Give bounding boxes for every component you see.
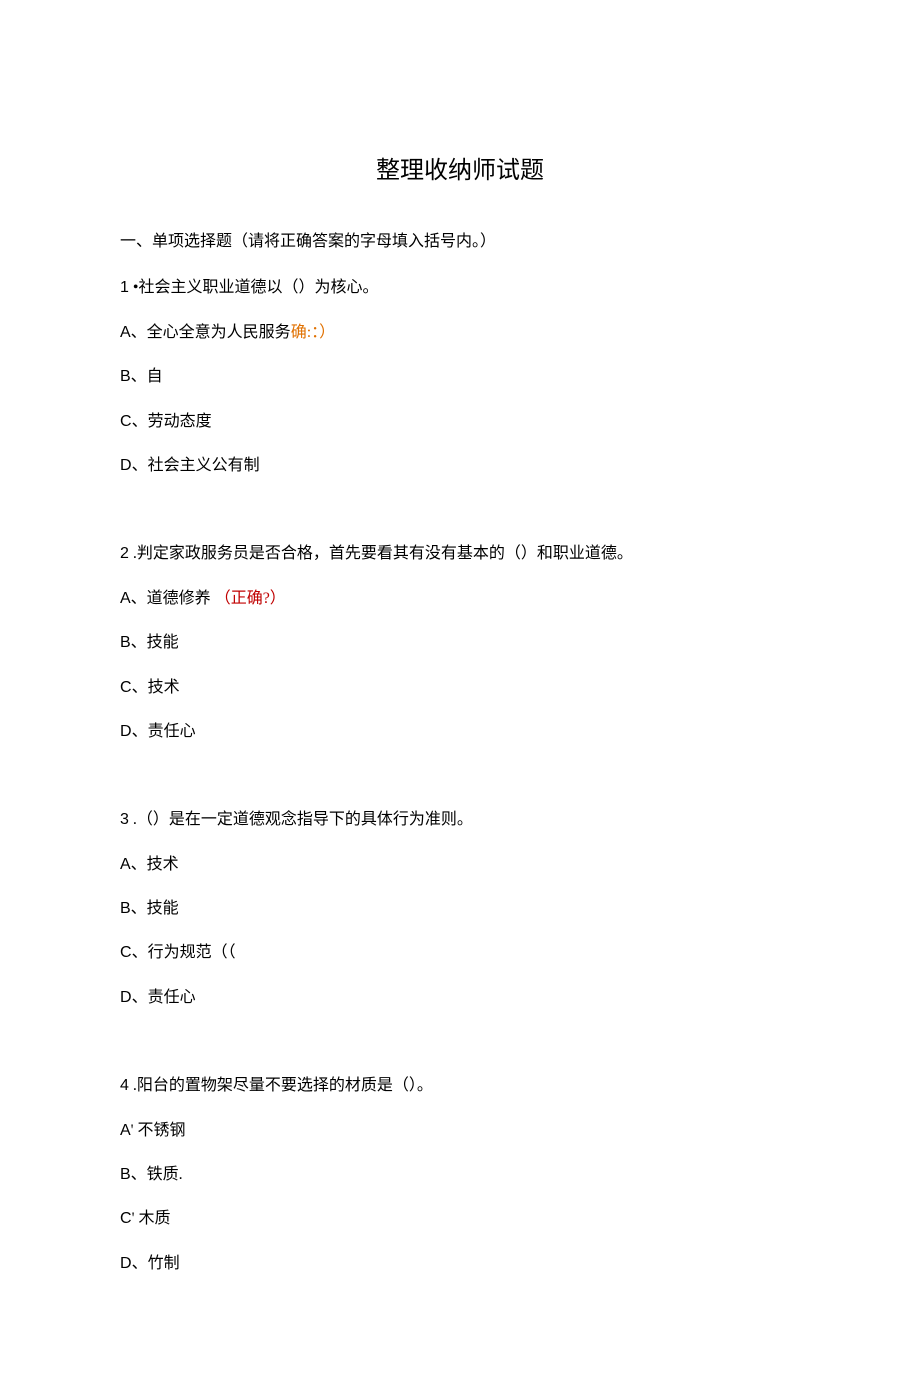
option-text: 、技能 [131,900,179,917]
option-letter: D [120,1255,132,1272]
option-text: ' 木质 [132,1210,171,1227]
question-1-option-b: B、自 [120,366,800,388]
question-2-text: 2 .判定家政服务员是否合格，首先要看其有没有基本的（）和职业道德。 [120,543,800,565]
option-text: 、自 [131,368,163,385]
question-4-number: 4 [120,1077,129,1094]
option-text: 、技术 [131,856,179,873]
answer-mark: （正确?） [215,590,286,607]
question-4-option-a: A' 不锈钢 [120,1120,800,1142]
option-text: 、技术 [132,679,180,696]
option-letter: B [120,368,131,385]
question-3-option-c: C、行为规范（（ [120,942,800,964]
option-letter: C [120,944,132,961]
option-text: 、铁质. [131,1166,183,1183]
question-4-option-c: C' 木质 [120,1208,800,1230]
option-text: 、全心全意为人民服务 [131,324,291,341]
section-instruction: 一、单项选择题（请将正确答案的字母填入括号内。） [120,231,800,253]
spacer [120,1031,800,1051]
question-1-number: 1 [120,279,129,296]
question-1-option-a: A、全心全意为人民服务确:：） [120,322,800,344]
question-3-stem: .（）是在一定道德观念指导下的具体行为准则。 [129,811,473,828]
question-1-option-c: C、劳动态度 [120,411,800,433]
question-2-option-d: D、责任心 [120,721,800,743]
option-text: 、道德修养 [131,590,211,607]
option-letter: B [120,900,131,917]
option-text: 、技能 [131,634,179,651]
option-letter: C [120,1210,132,1227]
answer-mark: 确:：） [291,324,335,341]
spacer [120,765,800,785]
option-text: 、社会主义公有制 [132,457,260,474]
question-2-option-a: A、道德修养 （正确?） [120,588,800,610]
spacer [120,499,800,519]
option-letter: A [120,590,131,607]
option-text: 、责任心 [132,723,196,740]
question-2-number: 2 [120,545,129,562]
question-4-stem: .阳台的置物架尽量不要选择的材质是（）。 [129,1077,433,1094]
option-text: 、责任心 [132,989,196,1006]
question-2-option-b: B、技能 [120,632,800,654]
option-letter: D [120,723,132,740]
document-title: 整理收纳师试题 [120,150,800,185]
question-4-option-b: B、铁质. [120,1164,800,1186]
option-text: 、竹制 [132,1255,180,1272]
option-letter: B [120,634,131,651]
question-2-option-c: C、技术 [120,677,800,699]
option-letter: C [120,679,132,696]
question-3-option-a: A、技术 [120,854,800,876]
question-1-text: 1 •社会主义职业道德以（）为核心。 [120,277,800,299]
question-2-stem: .判定家政服务员是否合格，首先要看其有没有基本的（）和职业道德。 [129,545,633,562]
option-letter: D [120,457,132,474]
option-letter: B [120,1166,131,1183]
option-letter: A [120,324,131,341]
question-1-stem: •社会主义职业道德以（）为核心。 [129,279,379,296]
question-1-option-d: D、社会主义公有制 [120,455,800,477]
question-3-text: 3 .（）是在一定道德观念指导下的具体行为准则。 [120,809,800,831]
option-letter: A [120,1122,131,1139]
question-3-option-b: B、技能 [120,898,800,920]
question-4-option-d: D、竹制 [120,1253,800,1275]
option-letter: C [120,413,132,430]
option-letter: D [120,989,132,1006]
question-3-option-d: D、责任心 [120,987,800,1009]
question-4-text: 4 .阳台的置物架尽量不要选择的材质是（）。 [120,1075,800,1097]
option-text: ' 不锈钢 [131,1122,186,1139]
question-3-number: 3 [120,811,129,828]
option-text: 、行为规范（（ [132,944,236,961]
document-page: 整理收纳师试题 一、单项选择题（请将正确答案的字母填入括号内。） 1 •社会主义… [0,0,920,1397]
option-text: 、劳动态度 [132,413,212,430]
option-letter: A [120,856,131,873]
